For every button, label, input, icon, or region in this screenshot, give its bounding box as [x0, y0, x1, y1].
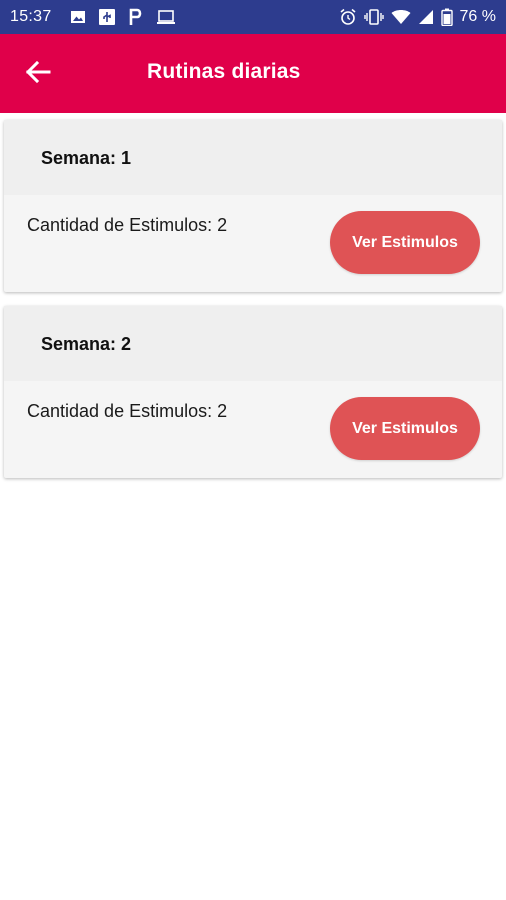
- status-time: 15:37: [10, 8, 52, 25]
- usb-icon: [98, 8, 116, 26]
- status-right-group: 76 %: [339, 8, 496, 26]
- week-card-header: Semana: 1: [4, 120, 502, 195]
- week-label: Semana: 2: [41, 334, 132, 354]
- week-card: Semana: 1 Cantidad de Estimulos: 2 Ver E…: [4, 120, 502, 292]
- arrow-left-icon: [25, 60, 51, 89]
- vibrate-icon: [363, 8, 384, 26]
- page-title: Rutinas diarias: [147, 60, 301, 83]
- stimulus-count: Cantidad de Estimulos: 2: [27, 401, 228, 421]
- app-bar: Rutinas diarias: [0, 34, 506, 113]
- battery-icon: [440, 8, 453, 26]
- stimulus-count: Cantidad de Estimulos: 2: [27, 215, 228, 235]
- back-button[interactable]: [18, 56, 58, 92]
- alarm-icon: [339, 8, 357, 26]
- week-card-body: Cantidad de Estimulos: 2 Ver Estimulos: [4, 195, 502, 292]
- week-card-body: Cantidad de Estimulos: 2 Ver Estimulos: [4, 381, 502, 478]
- laptop-icon: [156, 9, 176, 25]
- week-card-header: Semana: 2: [4, 306, 502, 381]
- view-stimuli-button[interactable]: Ver Estimulos: [330, 397, 480, 460]
- wifi-icon: [391, 9, 411, 25]
- status-bar: 15:37 76 %: [0, 0, 506, 34]
- image-icon: [70, 9, 86, 25]
- signal-icon: [418, 9, 434, 25]
- p-app-icon: [128, 8, 144, 26]
- status-left-group: 15:37: [10, 8, 176, 26]
- view-stimuli-button[interactable]: Ver Estimulos: [330, 211, 480, 274]
- battery-percent: 76 %: [459, 8, 496, 25]
- week-label: Semana: 1: [41, 148, 132, 168]
- week-card: Semana: 2 Cantidad de Estimulos: 2 Ver E…: [4, 306, 502, 478]
